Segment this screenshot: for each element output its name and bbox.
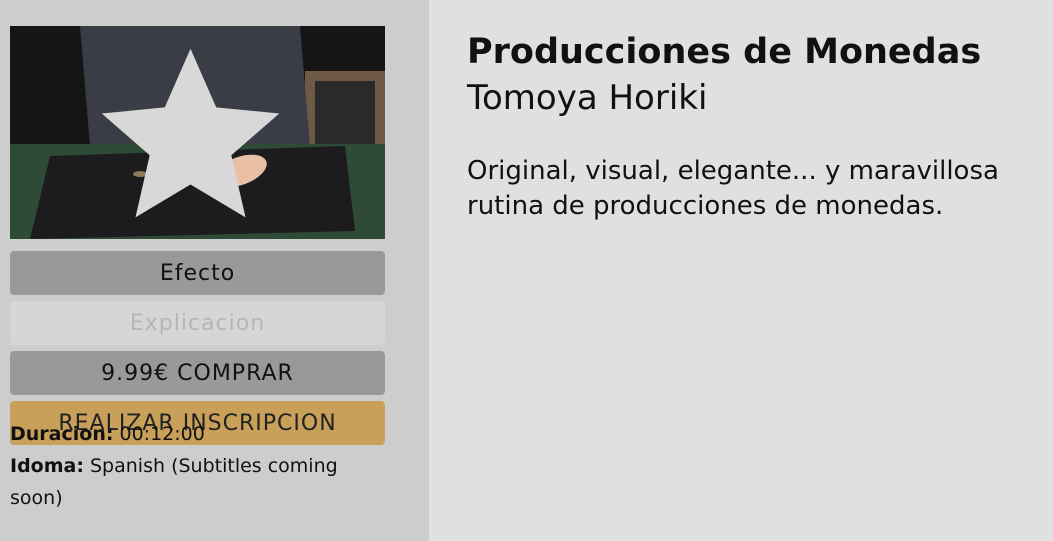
video-thumbnail[interactable]	[10, 26, 385, 239]
efecto-button[interactable]: Efecto	[10, 251, 385, 295]
product-description: Original, visual, elegante... y maravill…	[467, 156, 999, 221]
duration-value: 00:12:00	[119, 423, 205, 445]
explicacion-button[interactable]: Explicacion	[10, 301, 385, 345]
duration-info: Duracion: 00:12:00	[10, 418, 390, 450]
buy-button[interactable]: 9.99€ COMPRAR	[10, 351, 385, 395]
star-icon[interactable]	[10, 31, 378, 239]
product-title: Producciones de Monedas	[467, 32, 982, 72]
product-author: Tomoya Horiki	[467, 78, 708, 118]
sidebar: Efecto Explicacion 9.99€ COMPRAR REALIZA…	[0, 0, 429, 541]
language-label: Idoma:	[10, 455, 84, 477]
duration-label: Duracion:	[10, 423, 114, 445]
product-details: Producciones de Monedas Tomoya Horiki Or…	[467, 30, 1047, 224]
language-info: Idoma: Spanish (Subtitles coming soon)	[10, 450, 390, 514]
